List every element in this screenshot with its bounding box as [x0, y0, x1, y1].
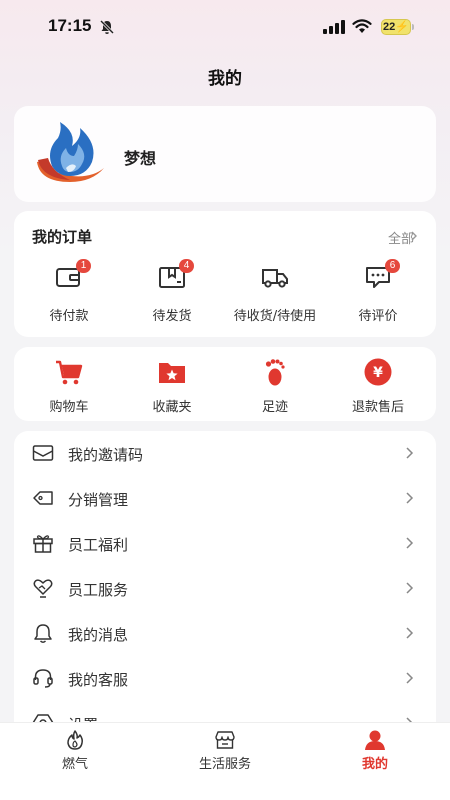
gift-icon	[33, 535, 53, 553]
tab-mine[interactable]: 我的	[300, 729, 450, 779]
order-badge: 6	[385, 259, 400, 273]
order-label: 待发货	[152, 309, 192, 324]
shortcut-label: 退款售后	[351, 400, 404, 415]
profile-name: 梦想	[124, 149, 157, 168]
shortcut-footprints[interactable]: 足迹	[222, 357, 328, 417]
cart-icon	[56, 360, 83, 385]
orders-title: 我的订单	[32, 228, 93, 246]
menu-item-distribution[interactable]: 分销管理	[14, 476, 436, 521]
menu-label: 我的邀请码	[68, 446, 144, 464]
menu-item-messages[interactable]: 我的消息	[14, 611, 436, 656]
menu-item-customer-service[interactable]: 我的客服	[14, 656, 436, 701]
order-pending-shipment[interactable]: 4 待发货	[119, 259, 225, 333]
bell-muted-icon	[99, 19, 115, 35]
tab-label: 我的	[361, 757, 388, 772]
menu-label: 我的消息	[68, 626, 129, 644]
chevron-right-icon	[406, 627, 414, 639]
bottom-tab-bar: 燃气 生活服务 我的	[0, 722, 450, 800]
menu-item-invite-code[interactable]: 我的邀请码	[14, 431, 436, 476]
tab-label: 生活服务	[198, 757, 251, 772]
user-icon	[365, 730, 385, 750]
chevron-right-icon	[406, 447, 414, 459]
chevron-right-icon	[406, 537, 414, 549]
refund-icon: ¥	[364, 358, 392, 386]
store-icon	[215, 731, 235, 749]
favorites-folder-icon	[159, 363, 185, 383]
tab-life-services[interactable]: 生活服务	[150, 729, 300, 779]
shortcuts-card: 购物车 收藏夹 足迹 ¥ 退款售后	[14, 347, 436, 421]
shortcut-label: 购物车	[49, 400, 89, 415]
menu-label: 员工福利	[68, 536, 129, 554]
chevron-right-icon	[406, 672, 414, 684]
page-title: 我的	[208, 69, 242, 89]
menu-label: 我的客服	[68, 671, 129, 689]
tag-icon	[33, 491, 53, 505]
menu-item-employee-services[interactable]: 员工服务	[14, 566, 436, 611]
footprint-icon	[265, 359, 285, 386]
menu-card: 我的邀请码 分销管理 员工福利 员工服务 我的消息 我的客服	[14, 431, 436, 761]
chevron-right-icon	[406, 492, 414, 504]
truck-icon	[262, 269, 288, 288]
svg-text:¥: ¥	[373, 365, 383, 381]
heart-hand-icon	[33, 579, 53, 598]
tab-gas[interactable]: 燃气	[0, 729, 150, 779]
battery-indicator: 22⚡	[381, 19, 411, 35]
order-pending-payment[interactable]: 1 待付款	[16, 259, 122, 333]
shortcut-favorites[interactable]: 收藏夹	[119, 357, 225, 417]
shortcut-cart[interactable]: 购物车	[16, 357, 122, 417]
shortcut-label: 足迹	[261, 400, 288, 415]
order-pending-receipt[interactable]: 待收货/待使用	[222, 263, 328, 333]
wifi-icon	[352, 19, 372, 33]
status-bar: 17:15 22⚡	[0, 0, 450, 54]
menu-item-employee-benefits[interactable]: 员工福利	[14, 521, 436, 566]
chevron-right-icon	[411, 231, 417, 241]
orders-card: 我的订单 全部 1 待付款 4 待发货 待收货/待使用 6 待评价	[14, 211, 436, 337]
status-time: 17:15	[48, 16, 92, 35]
order-label: 待收货/待使用	[233, 309, 317, 324]
order-label: 待评价	[358, 309, 398, 324]
order-pending-review[interactable]: 6 待评价	[325, 259, 431, 333]
menu-label: 员工服务	[68, 581, 129, 599]
battery-level: 22	[383, 21, 396, 33]
shortcut-label: 收藏夹	[152, 400, 192, 415]
headset-icon	[33, 669, 53, 688]
cellular-signal-icon	[323, 20, 345, 34]
gas-company-logo	[37, 122, 104, 182]
chevron-right-icon	[406, 582, 414, 594]
battery-tip	[412, 24, 414, 30]
menu-label: 分销管理	[68, 491, 129, 509]
order-badge: 1	[76, 259, 91, 273]
shortcut-refund[interactable]: ¥ 退款售后	[325, 357, 431, 417]
envelope-icon	[32, 445, 54, 461]
order-label: 待付款	[49, 309, 89, 324]
order-badge: 4	[179, 259, 194, 273]
profile-card[interactable]: 梦想	[14, 106, 436, 202]
bell-icon	[34, 624, 52, 643]
tab-label: 燃气	[61, 757, 88, 772]
flame-icon	[67, 730, 83, 750]
